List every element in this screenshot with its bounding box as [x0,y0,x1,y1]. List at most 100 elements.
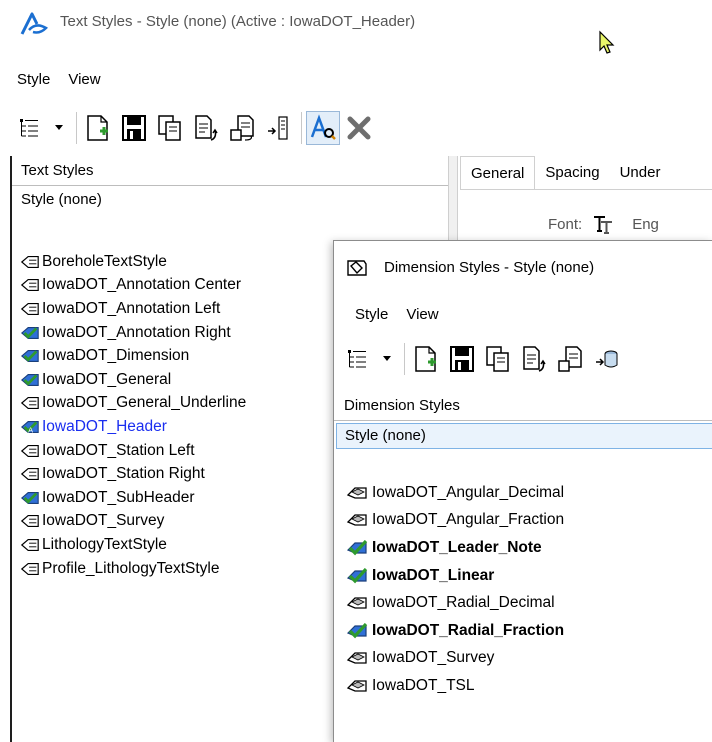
dimension-style-label: IowaDOT_Radial_Decimal [372,594,555,612]
text-style-item[interactable]: IowaDOT_Annotation Center [12,274,246,298]
tab-general[interactable]: General [460,156,536,189]
dimension-style-label: IowaDOT_Angular_Fraction [372,511,565,529]
dimension-styles-list-panel: Dimension Styles Style (none) IowaDOT_An… [334,391,712,694]
export-style-button[interactable] [517,342,551,376]
dimension-style-list: IowaDOT_Angular_Decimal IowaDOT_Angular_F… [334,479,564,700]
dimension-style-icon [346,680,367,692]
toolbar-separator [404,343,405,375]
text-style-item[interactable]: LithologyTextStyle [12,533,246,557]
tab-spacing[interactable]: Spacing [535,156,609,189]
dimension-style-checked-icon [346,539,368,556]
text-style-item[interactable]: IowaDOT_Station Right [12,462,246,486]
style-none-item[interactable]: Style (none) [336,423,712,449]
mouse-cursor-icon [599,30,615,54]
dimension-style-item[interactable]: IowaDOT_Linear [334,562,564,590]
copy-style-button[interactable] [481,342,515,376]
dimension-style-checked-icon [346,567,368,583]
list-view-dropdown[interactable] [48,111,70,145]
text-style-icon [20,562,39,575]
menu-view[interactable]: View [397,301,447,329]
text-style-item[interactable]: BoreholeTextStyle [12,250,246,274]
menu-view[interactable]: View [59,66,109,94]
save-style-button[interactable] [445,342,479,376]
font-label: Font: [548,215,583,233]
text-style-item[interactable]: IowaDOT_Annotation Right [12,321,246,345]
style-none-item[interactable]: Style (none) [12,186,452,216]
menu-style[interactable]: Style [334,301,397,329]
import-style-button[interactable] [553,342,587,376]
list-tree-icon [20,119,38,137]
new-document-icon [415,346,436,372]
truetype-font-icon [594,216,613,234]
dimension-styles-icon [347,260,367,276]
export-document-icon [523,346,546,372]
text-style-item[interactable]: IowaDOT_Annotation Left [12,297,246,321]
delete-x-icon [347,116,371,140]
list-view-dropdown[interactable] [376,342,398,376]
text-style-checked-icon [20,350,39,363]
text-style-label: IowaDOT_General_Underline [42,394,247,412]
text-style-label: IowaDOT_SubHeader [42,488,195,506]
text-style-icon [20,444,39,457]
dimension-style-item[interactable]: IowaDOT_Angular_Fraction [334,507,564,535]
preview-style-button[interactable] [306,111,340,145]
menu-style[interactable]: Style [0,66,59,94]
text-style-item[interactable]: IowaDOT_General_Underline [12,392,246,416]
save-disk-icon [122,115,146,141]
text-style-icon [20,279,39,292]
microstation-logo-icon [20,12,48,35]
export-style-button[interactable] [189,111,223,145]
text-style-label: IowaDOT_Header [42,417,167,435]
panel-splitter[interactable] [448,156,458,244]
menu-bar: Style View [0,66,110,94]
font-value[interactable]: Eng [632,216,659,233]
dimension-style-item[interactable]: IowaDOT_Survey [334,645,564,673]
dimension-style-checked-icon [346,622,368,639]
tab-underline[interactable]: Under [610,156,671,189]
dimension-style-item[interactable]: IowaDOT_Angular_Decimal [334,479,564,507]
text-style-item[interactable]: IowaDOT_SubHeader [12,486,246,510]
text-style-item[interactable]: Profile_LithologyTextStyle [12,557,246,581]
text-style-label: IowaDOT_Station Left [42,441,195,459]
new-document-icon [87,115,108,141]
text-style-active-icon: A [20,420,39,434]
library-arrow-icon [268,116,288,140]
text-style-icon [20,397,39,410]
dimension-style-item[interactable]: IowaDOT_TSL [334,672,564,700]
copy-icon [486,346,509,372]
dimension-style-item[interactable]: IowaDOT_Leader_Note [334,534,564,562]
text-style-label: IowaDOT_Dimension [42,347,190,365]
text-style-list: BoreholeTextStyle IowaDOT_Annotation Cent… [12,250,246,580]
dimension-style-item[interactable]: IowaDOT_Radial_Decimal [334,589,564,617]
toolbar-separator [76,112,77,144]
copy-style-button[interactable] [153,111,187,145]
dimension-style-item[interactable]: IowaDOT_Radial_Fraction [334,617,564,645]
dimension-style-label: IowaDOT_Leader_Note [372,538,542,556]
title-bar[interactable]: Dimension Styles - Style (none) [334,241,712,293]
library-arrow-icon [596,350,618,368]
import-style-button[interactable] [225,111,259,145]
save-style-button[interactable] [117,111,151,145]
new-style-button[interactable] [81,111,115,145]
text-style-item[interactable]: IowaDOT_Station Left [12,439,246,463]
import-document-icon [558,346,582,372]
window-title: Dimension Styles - Style (none) [384,259,595,276]
text-style-item[interactable]: IowaDOT_General [12,368,246,392]
delete-style-button[interactable] [342,111,376,145]
text-style-item[interactable]: A IowaDOT_Header [12,415,246,439]
text-style-item[interactable]: IowaDOT_Survey [12,510,246,534]
panel-header: Dimension Styles [334,391,712,421]
update-from-library-button[interactable] [261,111,295,145]
settings-tabs: General Spacing Under [460,156,712,190]
dimension-style-label: IowaDOT_Radial_Fraction [372,621,565,639]
list-view-button[interactable] [12,111,46,145]
update-from-library-button[interactable] [589,342,623,376]
text-style-label: IowaDOT_General [42,370,172,388]
list-view-button[interactable] [340,342,374,376]
text-style-item[interactable]: IowaDOT_Dimension [12,344,246,368]
text-style-checked-icon [20,326,39,339]
new-style-button[interactable] [409,342,443,376]
window-title: Text Styles - Style (none) (Active : Iow… [60,13,416,30]
svg-text:A: A [28,425,33,434]
chevron-down-icon [55,125,63,130]
